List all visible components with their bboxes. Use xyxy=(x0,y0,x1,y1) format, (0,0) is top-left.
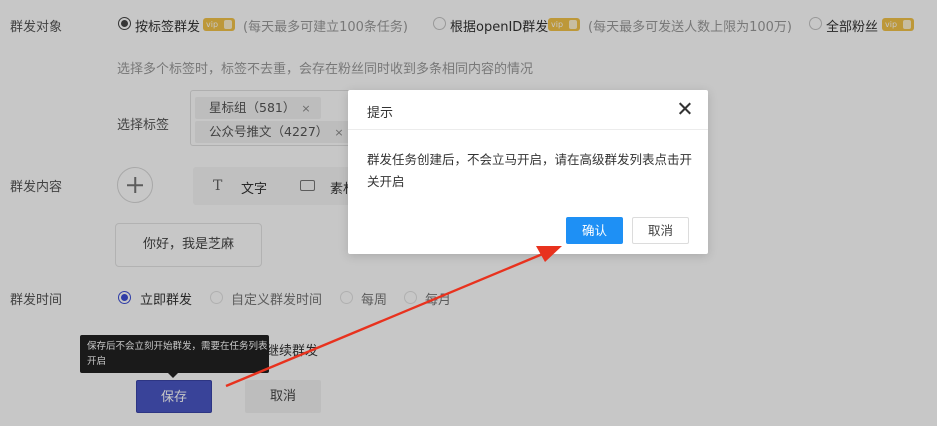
arrow-shaft xyxy=(225,251,546,388)
annotation-arrow xyxy=(225,246,562,388)
